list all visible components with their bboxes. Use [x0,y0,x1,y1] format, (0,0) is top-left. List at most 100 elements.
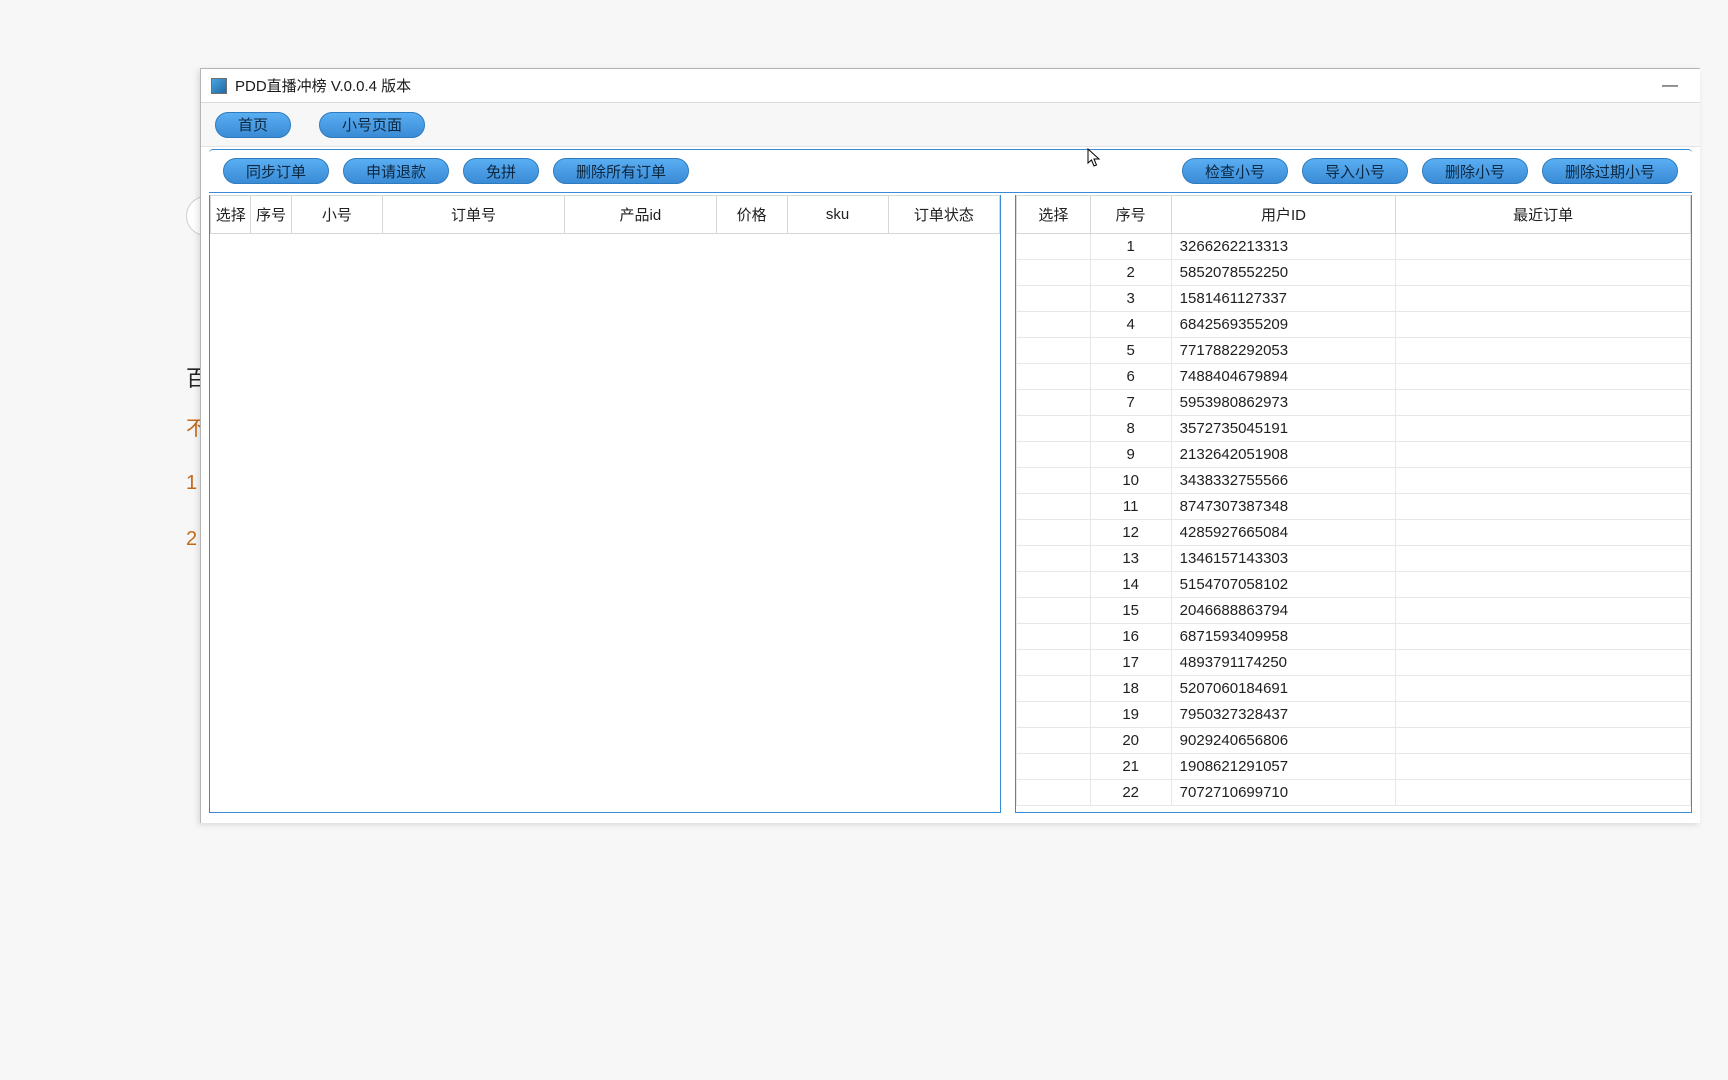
row-index: 3 [1090,286,1171,312]
row-user-id: 1346157143303 [1171,546,1396,572]
orders-pane: 选择序号小号订单号产品id价格sku订单状态 [209,195,1001,813]
table-row[interactable]: 75953980862973 [1017,390,1691,416]
table-row[interactable]: 13266262213313 [1017,234,1691,260]
row-select-cell[interactable] [1017,546,1091,572]
row-user-id: 5207060184691 [1171,676,1396,702]
row-user-id: 7488404679894 [1171,364,1396,390]
row-index: 18 [1090,676,1171,702]
app-icon [211,78,227,94]
table-row[interactable]: 124285927665084 [1017,520,1691,546]
app-window: PDD直播冲榜 V.0.0.4 版本 — 首页 小号页面 同步订单 申请退款 免… [200,68,1700,823]
row-select-cell[interactable] [1017,286,1091,312]
row-user-id: 3438332755566 [1171,468,1396,494]
delete-all-orders-button[interactable]: 删除所有订单 [553,158,689,184]
row-select-cell[interactable] [1017,728,1091,754]
free-pin-button[interactable]: 免拼 [463,158,539,184]
row-index: 22 [1090,780,1171,806]
row-select-cell[interactable] [1017,650,1091,676]
orders-table[interactable]: 选择序号小号订单号产品id价格sku订单状态 [210,195,1000,234]
row-index: 2 [1090,260,1171,286]
delete-expired-alt-button[interactable]: 删除过期小号 [1542,158,1678,184]
row-select-cell[interactable] [1017,416,1091,442]
orders-col-3[interactable]: 订单号 [382,196,564,234]
table-row[interactable]: 118747307387348 [1017,494,1691,520]
row-user-id: 7950327328437 [1171,702,1396,728]
table-row[interactable]: 197950327328437 [1017,702,1691,728]
row-select-cell[interactable] [1017,260,1091,286]
table-row[interactable]: 174893791174250 [1017,650,1691,676]
table-row[interactable]: 103438332755566 [1017,468,1691,494]
row-select-cell[interactable] [1017,754,1091,780]
minimize-button[interactable]: — [1650,74,1690,98]
accounts-col-1[interactable]: 序号 [1090,196,1171,234]
accounts-col-2[interactable]: 用户ID [1171,196,1396,234]
titlebar[interactable]: PDD直播冲榜 V.0.0.4 版本 — [201,69,1700,103]
table-row[interactable]: 83572735045191 [1017,416,1691,442]
row-select-cell[interactable] [1017,312,1091,338]
table-row[interactable]: 166871593409958 [1017,624,1691,650]
table-row[interactable]: 185207060184691 [1017,676,1691,702]
row-recent-order [1396,442,1691,468]
row-select-cell[interactable] [1017,520,1091,546]
row-recent-order [1396,572,1691,598]
orders-col-2[interactable]: 小号 [291,196,382,234]
sync-orders-button[interactable]: 同步订单 [223,158,329,184]
row-select-cell[interactable] [1017,572,1091,598]
row-recent-order [1396,468,1691,494]
table-row[interactable]: 131346157143303 [1017,546,1691,572]
orders-col-7[interactable]: 订单状态 [888,196,999,234]
row-select-cell[interactable] [1017,468,1091,494]
table-row[interactable]: 227072710699710 [1017,780,1691,806]
accounts-pane: 选择序号用户ID最近订单 132662622133132585207855225… [1015,195,1692,813]
row-select-cell[interactable] [1017,494,1091,520]
table-row[interactable]: 211908621291057 [1017,754,1691,780]
row-user-id: 3266262213313 [1171,234,1396,260]
row-recent-order [1396,546,1691,572]
row-recent-order [1396,260,1691,286]
table-row[interactable]: 57717882292053 [1017,338,1691,364]
row-user-id: 1908621291057 [1171,754,1396,780]
table-row[interactable]: 152046688863794 [1017,598,1691,624]
row-recent-order [1396,780,1691,806]
row-select-cell[interactable] [1017,390,1091,416]
row-select-cell[interactable] [1017,676,1091,702]
row-user-id: 7072710699710 [1171,780,1396,806]
orders-col-1[interactable]: 序号 [251,196,291,234]
table-row[interactable]: 46842569355209 [1017,312,1691,338]
row-recent-order [1396,754,1691,780]
orders-col-5[interactable]: 价格 [716,196,787,234]
delete-alt-button[interactable]: 删除小号 [1422,158,1528,184]
row-select-cell[interactable] [1017,338,1091,364]
row-select-cell[interactable] [1017,234,1091,260]
row-index: 11 [1090,494,1171,520]
table-row[interactable]: 25852078552250 [1017,260,1691,286]
row-select-cell[interactable] [1017,780,1091,806]
row-select-cell[interactable] [1017,442,1091,468]
row-select-cell[interactable] [1017,364,1091,390]
row-user-id: 4893791174250 [1171,650,1396,676]
row-select-cell[interactable] [1017,624,1091,650]
row-select-cell[interactable] [1017,702,1091,728]
table-row[interactable]: 209029240656806 [1017,728,1691,754]
nav-alt-page-button[interactable]: 小号页面 [319,112,425,138]
apply-refund-button[interactable]: 申请退款 [343,158,449,184]
row-recent-order [1396,416,1691,442]
accounts-col-3[interactable]: 最近订单 [1396,196,1691,234]
import-alt-button[interactable]: 导入小号 [1302,158,1408,184]
orders-col-0[interactable]: 选择 [211,196,251,234]
check-alt-button[interactable]: 检查小号 [1182,158,1288,184]
row-index: 5 [1090,338,1171,364]
row-recent-order [1396,234,1691,260]
row-user-id: 2046688863794 [1171,598,1396,624]
accounts-table[interactable]: 选择序号用户ID最近订单 132662622133132585207855225… [1016,195,1691,806]
action-toolbar: 同步订单 申请退款 免拼 删除所有订单 检查小号 导入小号 删除小号 删除过期小… [209,149,1692,193]
table-row[interactable]: 145154707058102 [1017,572,1691,598]
row-select-cell[interactable] [1017,598,1091,624]
orders-col-4[interactable]: 产品id [565,196,717,234]
accounts-col-0[interactable]: 选择 [1017,196,1091,234]
nav-home-button[interactable]: 首页 [215,112,291,138]
table-row[interactable]: 31581461127337 [1017,286,1691,312]
table-row[interactable]: 92132642051908 [1017,442,1691,468]
orders-col-6[interactable]: sku [787,196,888,234]
table-row[interactable]: 67488404679894 [1017,364,1691,390]
